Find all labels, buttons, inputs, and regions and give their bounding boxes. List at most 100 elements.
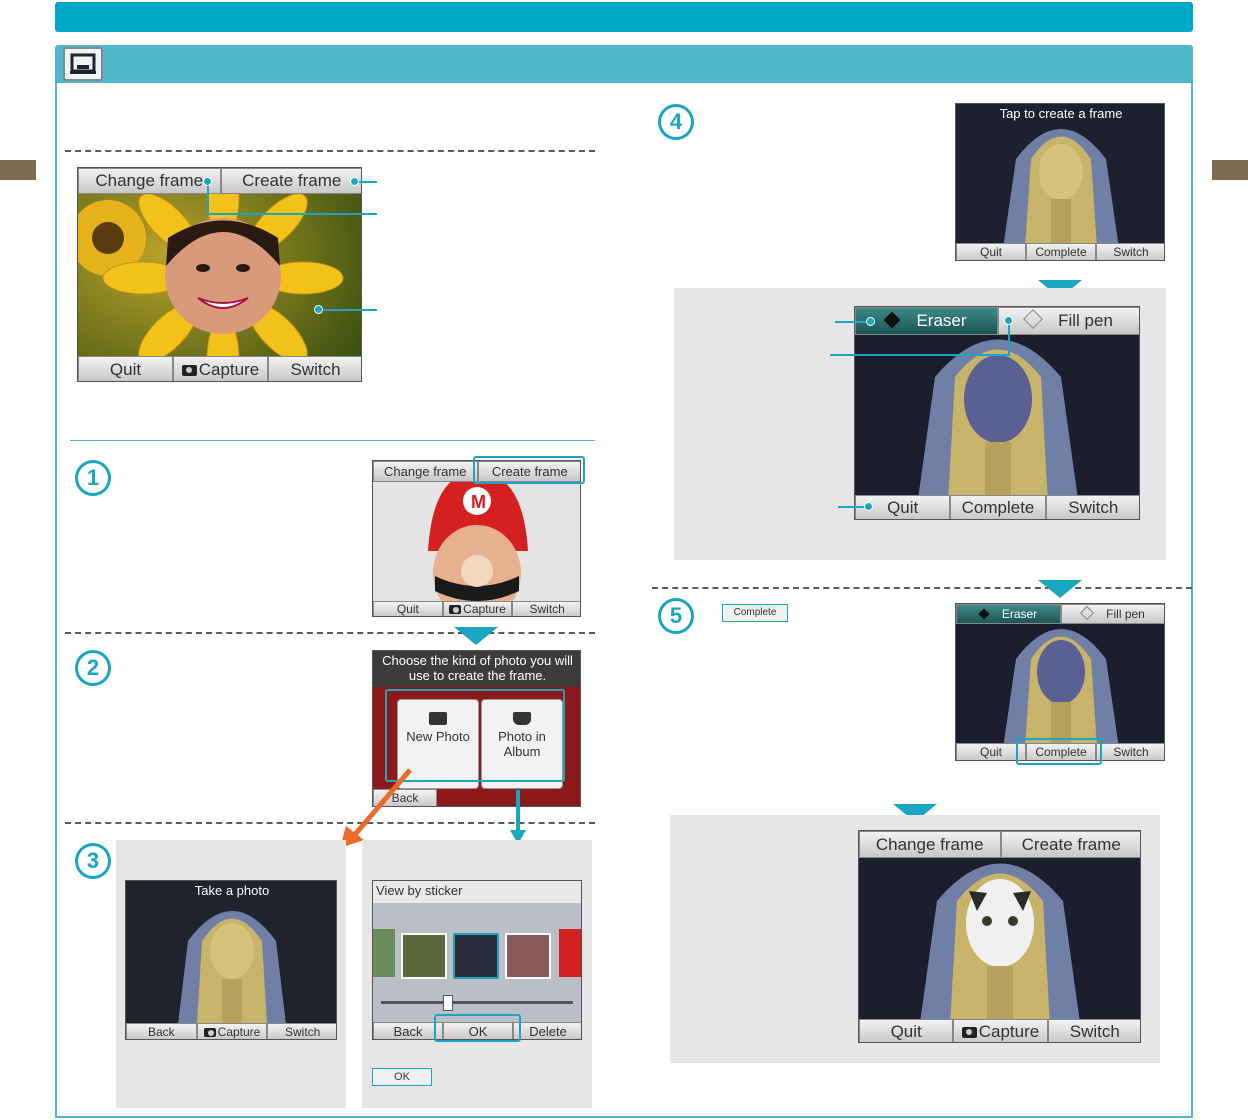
thumbnail[interactable]: [401, 933, 447, 979]
divider: [65, 632, 595, 634]
complete-button[interactable]: Complete: [950, 495, 1046, 519]
down-arrow-icon: [1038, 580, 1082, 598]
create-frame-tab[interactable]: Create frame: [220, 168, 361, 194]
camera-icon: [961, 1027, 977, 1038]
result-screen: Change frame Create frame Quit Capture S…: [858, 830, 1141, 1043]
capture-button[interactable]: Capture: [196, 1023, 268, 1039]
step-number: 5: [658, 598, 694, 634]
back-button[interactable]: Back: [373, 1022, 443, 1039]
switch-button[interactable]: Switch: [268, 356, 361, 381]
callout-dot: [864, 502, 873, 511]
callout-dot: [1004, 316, 1013, 325]
camera-icon: [449, 605, 462, 614]
thumbnail[interactable]: [505, 933, 551, 979]
switch-button[interactable]: Switch: [512, 601, 580, 616]
pharaoh-photo-erased: [855, 307, 1139, 519]
capture-label: Capture: [978, 1022, 1040, 1041]
step4-edit-screen: Eraser Fill pen Quit Complete Switch: [854, 306, 1140, 520]
capture-label: Capture: [463, 602, 506, 616]
choose-prompt: Choose the kind of photo you will use to…: [373, 651, 580, 687]
switch-button[interactable]: Switch: [1047, 1019, 1140, 1042]
camera-icon: [181, 365, 197, 376]
step3-camera-screen: Take a photo Back Capture Switch: [125, 880, 337, 1040]
eraser-label: Eraser: [1001, 607, 1038, 621]
capture-button[interactable]: Capture: [442, 601, 513, 616]
callout-line: [318, 309, 377, 311]
ok-inline-button: OK: [372, 1068, 432, 1086]
fillpen-label: Fill pen: [1106, 607, 1145, 621]
mario-costume-photo: M: [373, 461, 580, 616]
eraser-icon: [978, 608, 990, 620]
camera-icon: [203, 1028, 216, 1037]
hero-screen: Change frame Create frame Quit Capture S…: [77, 167, 362, 382]
fillpen-tab[interactable]: Fill pen: [998, 307, 1139, 335]
thumbnail[interactable]: [373, 929, 395, 977]
view-by-sticker: View by sticker: [373, 881, 581, 903]
step-number: 1: [75, 460, 111, 496]
back-button[interactable]: Back: [126, 1023, 197, 1039]
switch-button[interactable]: Switch: [1045, 495, 1139, 519]
tap-caption: Tap to create a frame: [999, 106, 1123, 121]
capture-button[interactable]: Capture: [173, 356, 268, 381]
change-frame-tab[interactable]: Change frame: [373, 461, 478, 482]
pen-icon: [1080, 605, 1095, 621]
pharaoh-cat-photo: [859, 831, 1140, 1042]
highlight-complete: [1016, 738, 1102, 765]
eraser-label: Eraser: [916, 311, 967, 330]
fillpen-label: Fill pen: [1058, 311, 1113, 330]
capture-label: Capture: [198, 360, 260, 379]
complete-inline-button: Complete: [722, 604, 788, 622]
highlight-create-frame: [473, 456, 585, 484]
callout-line: [207, 213, 377, 215]
highlight-ok: [434, 1014, 521, 1042]
step-number: 4: [658, 104, 694, 140]
callout-dot: [314, 305, 323, 314]
quit-button[interactable]: Quit: [956, 243, 1026, 260]
scroll-track[interactable]: [381, 1001, 573, 1004]
divider: [652, 587, 1192, 589]
take-photo-caption: Take a photo: [194, 883, 270, 898]
thumbnail[interactable]: [559, 929, 581, 977]
change-frame-tab[interactable]: Change frame: [859, 831, 1001, 858]
quit-button[interactable]: Quit: [373, 601, 443, 616]
down-arrow-icon: [454, 627, 498, 645]
eraser-tab[interactable]: Eraser: [855, 307, 998, 335]
callout-line: [830, 354, 1010, 356]
callout-line: [835, 321, 870, 323]
callout-line: [1008, 320, 1010, 355]
pharaoh-photo: [956, 104, 1164, 260]
callout-dot: [203, 177, 212, 186]
branch-arrows: [340, 768, 526, 848]
change-frame-tab[interactable]: Change frame: [78, 168, 221, 194]
quit-button[interactable]: Quit: [859, 1019, 954, 1042]
create-frame-tab[interactable]: Create frame: [1000, 831, 1140, 858]
step4-screen: Tap to create a frame Quit Complete Swit…: [955, 103, 1165, 261]
eraser-icon: [883, 311, 901, 329]
switch-button[interactable]: Switch: [267, 1023, 336, 1039]
capture-button[interactable]: Capture: [953, 1019, 1048, 1042]
section-header: [55, 45, 1193, 83]
pharaoh-photo: [126, 881, 336, 1039]
scroll-handle[interactable]: [443, 995, 453, 1011]
svg-text:M: M: [471, 492, 486, 512]
capture-label: Capture: [217, 1025, 261, 1039]
right-side-tab: [1212, 160, 1248, 180]
switch-button[interactable]: Switch: [1096, 743, 1164, 760]
sunflower-photo: [78, 168, 361, 381]
divider: [70, 440, 595, 441]
top-banner: [55, 2, 1193, 32]
pen-icon: [1023, 309, 1043, 329]
delete-button[interactable]: Delete: [513, 1022, 581, 1039]
callout-dot: [866, 317, 875, 326]
complete-button[interactable]: Complete: [1026, 243, 1096, 260]
step-number: 2: [75, 650, 111, 686]
eraser-tab[interactable]: Eraser: [956, 604, 1061, 624]
callout-dot: [350, 177, 359, 186]
quit-button[interactable]: Quit: [78, 356, 173, 381]
divider: [65, 150, 595, 152]
switch-button[interactable]: Switch: [1096, 243, 1164, 260]
left-side-tab: [0, 160, 36, 180]
photo-frame-icon: [63, 47, 103, 81]
fillpen-tab[interactable]: Fill pen: [1061, 604, 1164, 624]
thumbnail-selected[interactable]: [453, 933, 499, 979]
